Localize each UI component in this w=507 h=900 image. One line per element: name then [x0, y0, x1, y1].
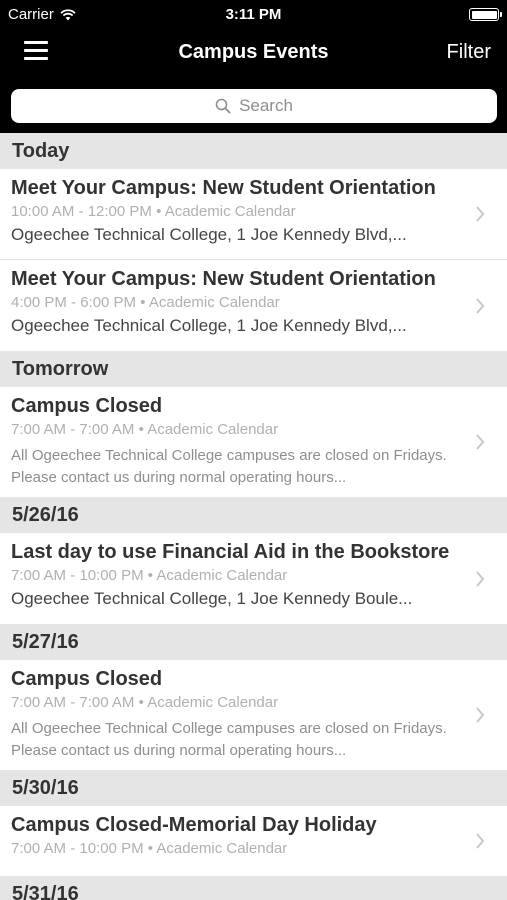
battery-icon: [469, 8, 502, 21]
event-title: Last day to use Financial Aid in the Boo…: [11, 541, 450, 563]
event-meta: 4:00 PM - 6:00 PM • Academic Calendar: [11, 294, 280, 311]
event-title: Campus Closed: [11, 395, 163, 417]
event-row[interactable]: Last day to use Financial Aid in the Boo…: [0, 533, 507, 624]
search-placeholder: Search: [239, 96, 293, 115]
event-meta: 7:00 AM - 10:00 PM • Academic Calendar: [11, 567, 288, 584]
event-meta: 7:00 AM - 10:00 PM • Academic Calendar: [11, 840, 288, 857]
event-description: All Ogeechee Technical College campuses …: [11, 720, 447, 759]
event-title: Campus Closed: [11, 668, 163, 690]
event-meta: 7:00 AM - 7:00 AM • Academic Calendar: [11, 694, 279, 711]
event-location: Ogeechee Technical College, 1 Joe Kenned…: [11, 316, 407, 335]
event-meta: 10:00 AM - 12:00 PM • Academic Calendar: [11, 203, 296, 220]
event-row[interactable]: Campus Closed 7:00 AM - 7:00 AM • Academ…: [0, 387, 507, 497]
events-list[interactable]: Today Meet Your Campus: New Student Orie…: [0, 133, 507, 900]
event-row[interactable]: Campus Closed-Memorial Day Holiday 7:00 …: [0, 806, 507, 876]
status-time: 3:11 PM: [225, 6, 282, 23]
chevron-right-icon: [476, 707, 485, 723]
section-header-date: 5/27/16: [0, 624, 507, 660]
filter-button[interactable]: Filter: [447, 41, 491, 64]
chevron-right-icon: [476, 570, 485, 587]
section-header-today: Today: [0, 133, 507, 169]
event-location: Ogeechee Technical College, 1 Joe Kenned…: [11, 225, 407, 244]
chevron-right-icon: [476, 434, 485, 450]
section-header-date: 5/30/16: [0, 770, 507, 806]
event-row[interactable]: Meet Your Campus: New Student Orientatio…: [0, 260, 507, 351]
chevron-right-icon: [476, 833, 485, 849]
magnifier-icon: [215, 98, 231, 114]
event-title: Campus Closed-Memorial Day Holiday: [11, 814, 377, 836]
event-title: Meet Your Campus: New Student Orientatio…: [11, 177, 436, 199]
chevron-right-icon: [476, 297, 485, 314]
section-header-date: 5/26/16: [0, 497, 507, 533]
section-header-date: 5/31/16: [0, 876, 507, 900]
header-area: Carrier 3:11 PM Campus Events Filter Sea…: [0, 0, 507, 133]
search-input[interactable]: Search: [11, 89, 497, 123]
event-row[interactable]: Campus Closed 7:00 AM - 7:00 AM • Academ…: [0, 660, 507, 770]
section-header-tomorrow: Tomorrow: [0, 351, 507, 387]
event-description: All Ogeechee Technical College campuses …: [11, 447, 447, 486]
navigation-bar: Campus Events Filter: [0, 30, 507, 76]
chevron-right-icon: [476, 206, 485, 222]
event-row[interactable]: Meet Your Campus: New Student Orientatio…: [0, 169, 507, 260]
event-meta: 7:00 AM - 7:00 AM • Academic Calendar: [11, 421, 279, 438]
page-title: Campus Events: [178, 41, 329, 63]
status-bar: Carrier 3:11 PM: [0, 0, 507, 30]
event-title: Meet Your Campus: New Student Orientatio…: [11, 268, 436, 290]
event-location: Ogeechee Technical College, 1 Joe Kenned…: [11, 589, 413, 608]
